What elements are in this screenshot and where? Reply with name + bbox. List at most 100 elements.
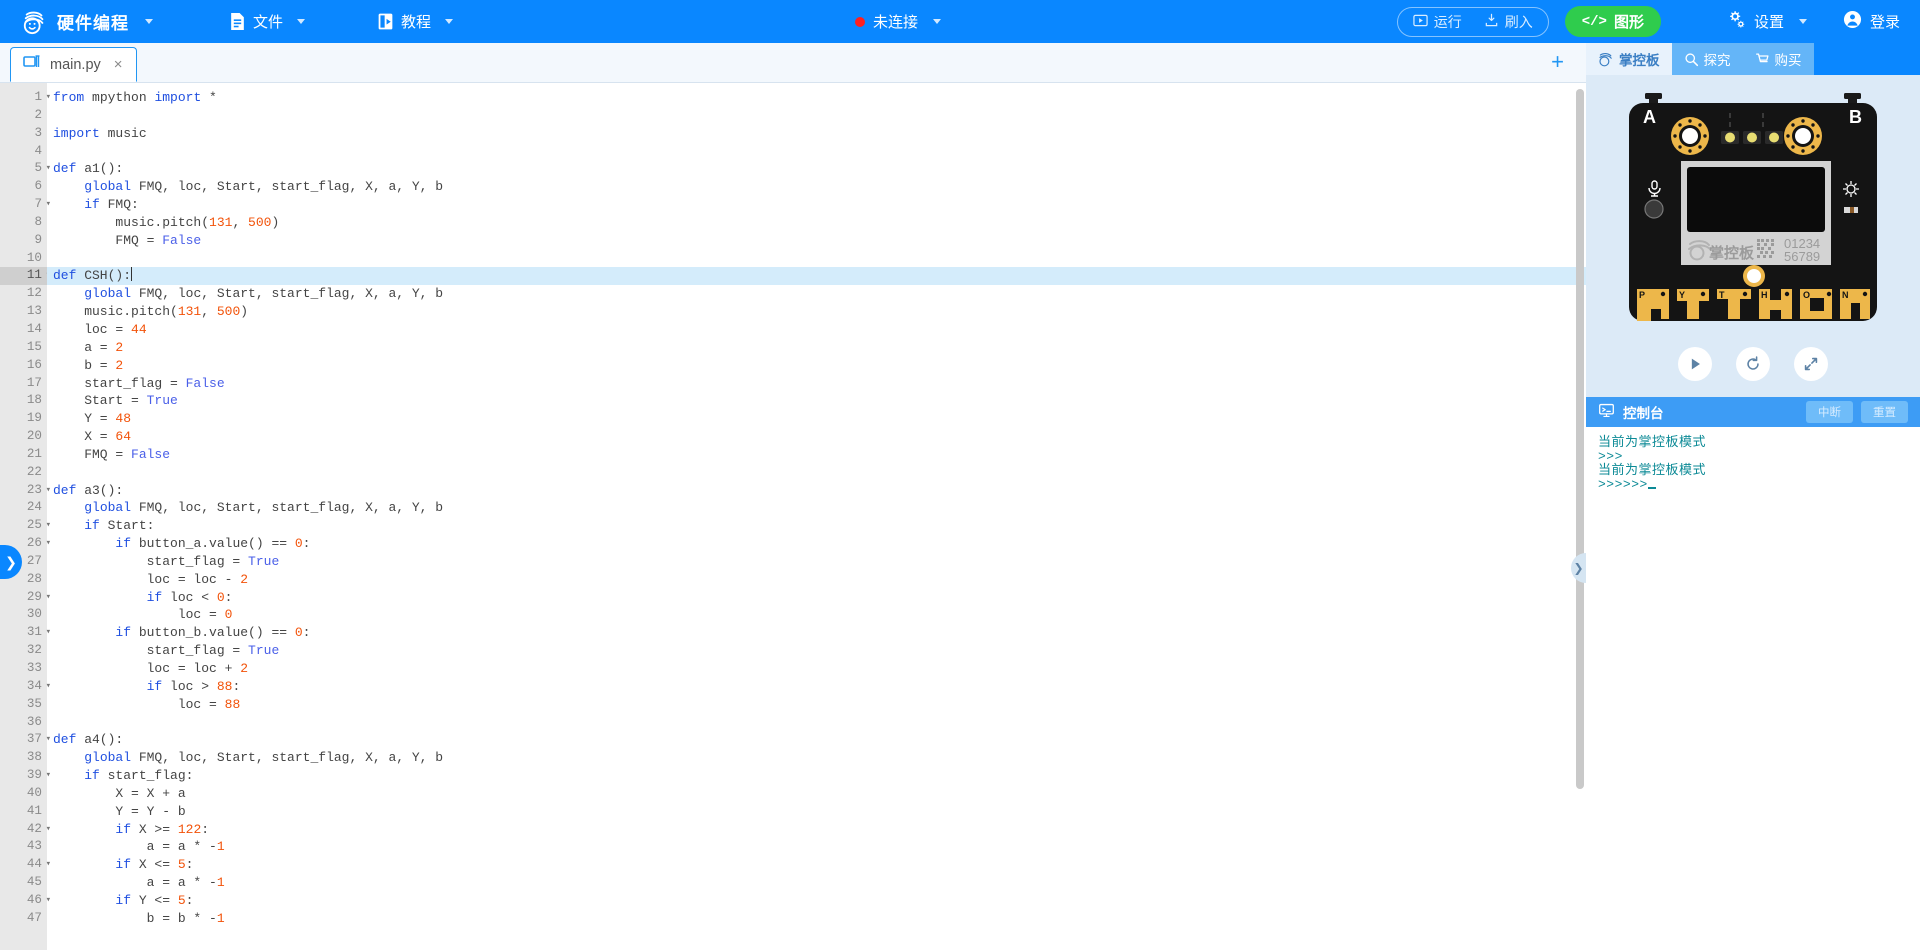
code-line[interactable]: loc = 44 xyxy=(47,321,1586,339)
code-line[interactable] xyxy=(47,107,1586,125)
code-line[interactable] xyxy=(47,143,1586,161)
play-button[interactable] xyxy=(1678,347,1712,381)
fullscreen-button[interactable] xyxy=(1794,347,1828,381)
code-editor[interactable]: 1▾2 3 4 5▾6 7▾8 9 10 11▾12 13 14 15 16 17 18 19 20 21 22 2… xyxy=(0,83,1586,950)
code-line[interactable]: Y = 48 xyxy=(47,410,1586,428)
mpython-board[interactable]: A B 掌控板 01234 56789 P Y T H O N xyxy=(1617,89,1889,339)
connection-status[interactable]: 未连接 xyxy=(855,0,942,43)
code-line[interactable]: if FMQ: xyxy=(47,196,1586,214)
console-output[interactable]: 当前为掌控板模式 >>> 当前为掌控板模式 >>>>>> xyxy=(1586,427,1920,950)
code-line[interactable]: global FMQ, loc, Start, start_flag, X, a… xyxy=(47,499,1586,517)
code-line[interactable]: if loc > 88: xyxy=(47,678,1586,696)
tab-board[interactable]: 掌控板 xyxy=(1586,43,1672,75)
menu-item-tutorials[interactable]: 教程 xyxy=(363,0,467,43)
line-number: 30 xyxy=(26,607,42,622)
login-button[interactable]: 登录 xyxy=(1843,10,1900,33)
code-line[interactable]: X = 64 xyxy=(47,428,1586,446)
chevron-down-icon xyxy=(297,19,306,24)
line-number: 34 ▾ xyxy=(0,678,51,696)
editor-tabbar: main.py × + xyxy=(0,43,1586,83)
text-cursor xyxy=(131,267,133,282)
code-line[interactable]: FMQ = False xyxy=(47,232,1586,250)
interrupt-button[interactable]: 中断 xyxy=(1806,401,1853,423)
code-line[interactable]: if loc < 0: xyxy=(47,589,1586,607)
code-line[interactable]: if X >= 122: xyxy=(47,821,1586,839)
code-line[interactable]: a = 2 xyxy=(47,339,1586,357)
code-line[interactable]: a = a * -1 xyxy=(47,874,1586,892)
console-reset-button[interactable]: 重置 xyxy=(1861,401,1908,423)
chevron-down-icon xyxy=(933,19,942,24)
line-number: 23 ▾ xyxy=(0,482,51,500)
code-line[interactable]: import music xyxy=(47,125,1586,143)
flash-button-label: 刷入 xyxy=(1504,13,1533,30)
code-line[interactable] xyxy=(47,464,1586,482)
code-line[interactable]: if Start: xyxy=(47,517,1586,535)
brand[interactable]: 硬件编程 xyxy=(0,9,153,35)
code-line[interactable]: FMQ = False xyxy=(47,446,1586,464)
reset-button[interactable] xyxy=(1736,347,1770,381)
tab-explore[interactable]: 探究 xyxy=(1671,43,1743,75)
code-line[interactable]: music.pitch(131, 500) xyxy=(47,214,1586,232)
close-icon[interactable]: × xyxy=(114,56,123,73)
code-line[interactable]: a = a * -1 xyxy=(47,838,1586,856)
editor-tab-main-py[interactable]: main.py × xyxy=(10,47,137,82)
code-line[interactable]: if Y <= 5: xyxy=(47,892,1586,910)
tab-explore-label: 探究 xyxy=(1703,53,1731,68)
chevron-down-icon xyxy=(145,19,153,24)
code-line[interactable]: music.pitch(131, 500) xyxy=(47,303,1586,321)
code-line[interactable]: Start = True xyxy=(47,392,1586,410)
code-line[interactable]: def CSH(): xyxy=(47,267,1586,286)
code-line[interactable]: b = 2 xyxy=(47,357,1586,375)
code-line[interactable]: global FMQ, loc, Start, start_flag, X, a… xyxy=(47,285,1586,303)
code-line[interactable]: loc = loc + 2 xyxy=(47,660,1586,678)
connection-status-label: 未连接 xyxy=(873,14,919,31)
console-title: 控制台 xyxy=(1623,406,1664,421)
code-line[interactable]: def a4(): xyxy=(47,731,1586,749)
code-line[interactable] xyxy=(47,250,1586,268)
code-content[interactable]: from mpython import * import music def a1(… xyxy=(47,83,1586,950)
code-line[interactable]: from mpython import * xyxy=(47,89,1586,107)
main-body: main.py × + 1▾2345▾67▾891011▾12131415161… xyxy=(0,43,1920,950)
code-line[interactable]: def a3(): xyxy=(47,482,1586,500)
code-line[interactable]: start_flag = True xyxy=(47,553,1586,571)
chevron-down-icon xyxy=(1798,19,1807,24)
editor-vertical-scrollbar[interactable] xyxy=(1576,89,1584,789)
mode-toggle-button[interactable]: </> 图形 xyxy=(1564,6,1661,37)
editor-column: main.py × + 1▾2345▾67▾891011▾12131415161… xyxy=(0,43,1586,950)
mode-toggle-label: 图形 xyxy=(1613,14,1644,31)
chevron-right-icon: ❯ xyxy=(5,553,17,570)
code-line[interactable]: loc = loc - 2 xyxy=(47,571,1586,589)
code-line[interactable]: global FMQ, loc, Start, start_flag, X, a… xyxy=(47,178,1586,196)
code-line[interactable]: if start_flag: xyxy=(47,767,1586,785)
code-line[interactable]: def a1(): xyxy=(47,160,1586,178)
code-line[interactable]: if X <= 5: xyxy=(47,856,1586,874)
code-line[interactable]: X = X + a xyxy=(47,785,1586,803)
code-line[interactable]: b = b * -1 xyxy=(47,910,1586,928)
code-line[interactable]: loc = 0 xyxy=(47,606,1586,624)
menu-item-files[interactable]: 文件 xyxy=(215,0,319,43)
run-flash-group: 运行 刷入 xyxy=(1396,6,1549,37)
tab-buy[interactable]: 购买 xyxy=(1742,43,1814,75)
book-icon xyxy=(377,12,394,31)
simulator-controls xyxy=(1678,339,1828,397)
line-number: 41 xyxy=(26,803,42,818)
code-line[interactable]: start_flag = True xyxy=(47,642,1586,660)
svg-text:P: P xyxy=(1639,290,1645,300)
code-line[interactable]: if button_a.value() == 0: xyxy=(47,535,1586,553)
settings-button[interactable]: 设置 xyxy=(1727,10,1807,33)
console-line: 当前为掌控板模式 xyxy=(1598,435,1707,450)
code-line[interactable]: loc = 88 xyxy=(47,696,1586,714)
run-button[interactable]: 运行 xyxy=(1402,12,1473,32)
cart-icon xyxy=(1755,52,1770,67)
code-line[interactable] xyxy=(47,714,1586,732)
code-line[interactable]: if button_b.value() == 0: xyxy=(47,624,1586,642)
code-line[interactable]: Y = Y - b xyxy=(47,803,1586,821)
line-number: 18 xyxy=(26,393,42,408)
mpython-logo-icon xyxy=(22,9,48,35)
line-number: 4 xyxy=(34,143,42,158)
add-tab-button[interactable]: + xyxy=(1551,51,1564,73)
svg-text:掌控板: 掌控板 xyxy=(1709,244,1755,262)
code-line[interactable]: start_flag = False xyxy=(47,375,1586,393)
flash-button[interactable]: 刷入 xyxy=(1473,12,1544,32)
code-line[interactable]: global FMQ, loc, Start, start_flag, X, a… xyxy=(47,749,1586,767)
